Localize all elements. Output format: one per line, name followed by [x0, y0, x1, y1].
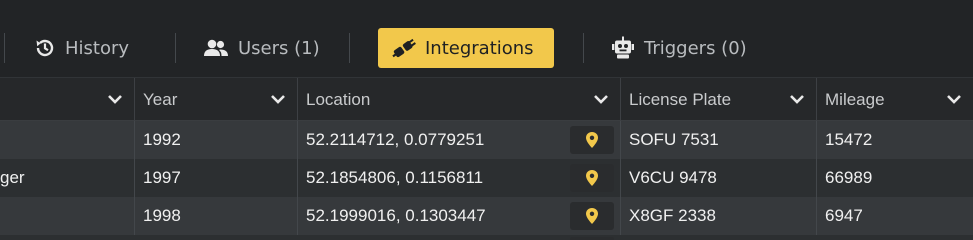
map-pin-icon	[586, 170, 598, 186]
cell-license-plate: X8GF 2338	[620, 197, 816, 235]
tab-separator	[175, 33, 176, 63]
map-pin-icon	[586, 208, 598, 224]
location-value: 52.1854806, 0.1156811	[306, 168, 484, 187]
plug-icon	[390, 37, 416, 59]
column-header-license-plate[interactable]: License Plate	[620, 78, 816, 121]
cell-year: 1992	[134, 121, 297, 159]
cell-license-plate: SOFU 7531	[620, 121, 816, 159]
map-pin-icon	[586, 132, 598, 148]
tab-history[interactable]: History	[34, 28, 129, 68]
cell-mileage: 6947	[816, 197, 973, 235]
chevron-down-icon[interactable]	[592, 90, 610, 108]
chevron-down-icon[interactable]	[788, 90, 806, 108]
cell-license-plate: V6CU 9478	[620, 159, 816, 197]
cell-year: 1998	[134, 197, 297, 235]
cell-year: 1997	[134, 159, 297, 197]
cell-mileage: 15472	[816, 121, 973, 159]
history-icon	[34, 37, 56, 59]
tab-bar: History Users (1) Integrations Triggers …	[0, 0, 973, 77]
cell-name	[0, 121, 134, 159]
tab-triggers[interactable]: Triggers (0)	[611, 28, 747, 68]
column-header-location[interactable]: Location	[297, 78, 620, 121]
chevron-down-icon[interactable]	[269, 90, 287, 108]
users-icon	[203, 38, 229, 58]
cell-name	[0, 197, 134, 235]
column-header-mileage[interactable]: Mileage	[816, 78, 973, 121]
tab-integrations[interactable]: Integrations	[378, 28, 554, 68]
tab-separator	[349, 33, 350, 63]
map-pin-button[interactable]	[570, 164, 614, 192]
table-row[interactable]: 1992 52.2114712, 0.0779251 SOFU 7531 154…	[0, 121, 973, 159]
map-pin-button[interactable]	[570, 202, 614, 230]
column-header-name[interactable]	[0, 78, 134, 121]
cell-name: ger	[0, 168, 25, 187]
location-value: 52.1999016, 0.1303447	[306, 206, 486, 225]
table-row	[0, 235, 973, 240]
tab-history-label: History	[65, 37, 130, 59]
tab-users-label: Users (1)	[238, 37, 320, 59]
robot-icon	[611, 36, 635, 60]
tab-integrations-label: Integrations	[425, 37, 534, 59]
chevron-down-icon[interactable]	[106, 90, 124, 108]
tab-separator	[583, 33, 584, 63]
cell-mileage: 66989	[816, 159, 973, 197]
tab-triggers-label: Triggers (0)	[644, 37, 747, 59]
table-header: Year Location License Plate Mileage	[0, 77, 973, 121]
tab-separator	[4, 33, 5, 63]
column-header-year[interactable]: Year	[134, 78, 297, 121]
table-row[interactable]: ger 1997 52.1854806, 0.1156811 V6CU 9478…	[0, 159, 973, 197]
map-pin-button[interactable]	[570, 126, 614, 154]
tab-users[interactable]: Users (1)	[203, 28, 320, 68]
location-value: 52.2114712, 0.0779251	[306, 130, 485, 149]
table-row[interactable]: 1998 52.1999016, 0.1303447 X8GF 2338 694…	[0, 197, 973, 235]
chevron-down-icon[interactable]	[945, 90, 963, 108]
